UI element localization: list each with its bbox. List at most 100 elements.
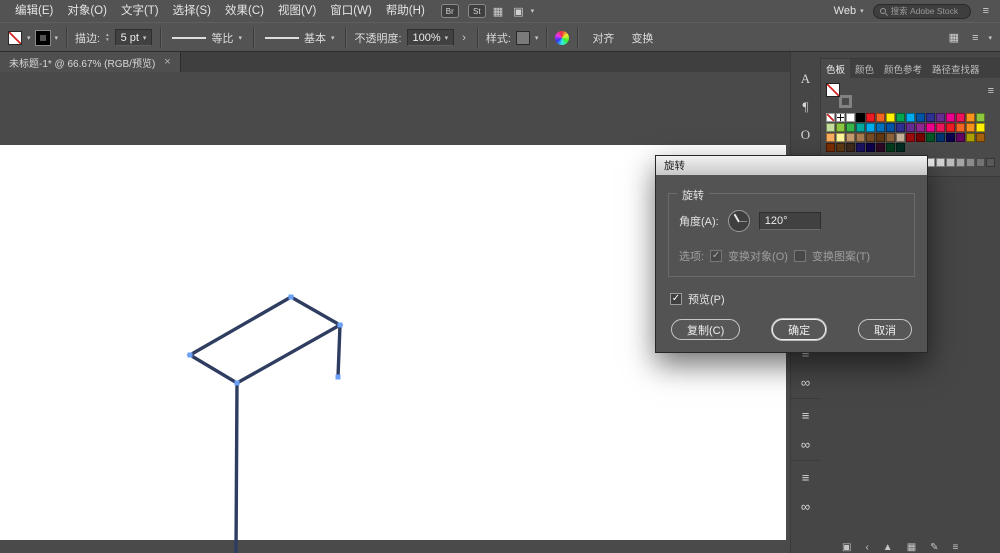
menu-item-4[interactable]: 效果(C) (218, 0, 271, 22)
swatch[interactable] (946, 123, 955, 132)
swatch[interactable] (886, 123, 895, 132)
swatch[interactable] (866, 133, 875, 142)
swatch[interactable] (826, 123, 835, 132)
angle-input[interactable] (758, 212, 821, 230)
swatch[interactable] (876, 133, 885, 142)
panel-tab-1[interactable]: 颜色 (850, 59, 879, 78)
swatch[interactable] (836, 143, 845, 152)
swatch[interactable] (826, 133, 835, 142)
pen-icon[interactable]: ✎ (930, 540, 938, 553)
swatch[interactable] (866, 113, 875, 122)
stroke-weight-field[interactable]: 5 pt ▾ (114, 29, 153, 46)
preview-checkbox[interactable] (670, 293, 682, 305)
swatch[interactable] (926, 133, 935, 142)
style-swatch[interactable] (515, 30, 530, 45)
menu-item-7[interactable]: 帮助(H) (379, 0, 432, 22)
footer-menu-icon[interactable]: ≡ (953, 540, 959, 553)
swatch[interactable] (856, 113, 865, 122)
cancel-button[interactable]: 取消 (858, 319, 912, 340)
menu-item-2[interactable]: 文字(T) (114, 0, 166, 22)
swatch[interactable] (936, 113, 945, 122)
swatch[interactable] (976, 133, 985, 142)
transform-button[interactable]: 变换 (625, 30, 659, 46)
align-button[interactable]: 对齐 (586, 30, 620, 46)
layers-panel-icon[interactable]: ≡ (793, 464, 818, 490)
brush-definition-dropdown[interactable]: 基本 ▾ (262, 28, 338, 48)
document-tab[interactable]: 未标题-1* @ 66.67% (RGB/预览) × (0, 52, 181, 72)
grayscale-swatch[interactable] (986, 158, 995, 167)
swatch[interactable] (886, 143, 895, 152)
swatch[interactable] (846, 123, 855, 132)
stroke-weight-stepper[interactable]: ▲ ▼ (105, 32, 109, 42)
stroke-color-swatch[interactable] (34, 29, 51, 46)
links-panel-icon[interactable]: ∞ (793, 431, 818, 457)
close-icon[interactable]: × (164, 56, 170, 68)
symbols-panel-icon[interactable]: ∞ (793, 493, 818, 519)
swatch[interactable] (836, 133, 845, 142)
swatch[interactable] (866, 123, 875, 132)
stock-badge-icon[interactable]: St (467, 4, 486, 18)
dialog-title-bar[interactable]: 旋转 (656, 156, 927, 175)
style-chevron-icon[interactable]: ▾ (535, 34, 539, 42)
opacity-field[interactable]: 100% ▾ (406, 29, 455, 46)
panel-tab-3[interactable]: 路径查找器 (927, 59, 985, 78)
ok-button[interactable]: 确定 (772, 319, 827, 340)
swatch[interactable] (966, 123, 975, 132)
recolor-artwork-icon[interactable] (555, 30, 570, 45)
swatch[interactable] (916, 123, 925, 132)
swatch[interactable] (956, 133, 965, 142)
width-profile-dropdown[interactable]: 等比 ▾ (169, 28, 245, 48)
swatch[interactable] (856, 123, 865, 132)
swatch[interactable] (906, 113, 915, 122)
swatch[interactable] (826, 113, 835, 122)
appearance-panel-icon[interactable]: ≡ (793, 402, 818, 428)
paragraph-panel-icon[interactable]: ¶ (793, 94, 818, 120)
swatch[interactable] (936, 133, 945, 142)
workspace-switcher[interactable]: Web ▾ (834, 5, 864, 17)
transform-object-checkbox[interactable] (710, 250, 723, 262)
swatch[interactable] (966, 113, 975, 122)
angle-dial[interactable] (727, 210, 750, 232)
gradient-panel-icon[interactable]: ∞ (793, 369, 818, 395)
copy-button[interactable]: 复制(C) (671, 319, 741, 340)
swatch[interactable] (846, 113, 855, 122)
swatch[interactable] (836, 123, 845, 132)
shapes-icon[interactable]: ▣ (842, 540, 851, 553)
menu-item-5[interactable]: 视图(V) (271, 0, 323, 22)
character-panel-icon[interactable]: A (793, 66, 818, 92)
bridge-badge-icon[interactable]: Br (440, 4, 459, 18)
grid-icon[interactable]: ▦ (907, 540, 916, 553)
swatch[interactable] (866, 143, 875, 152)
grayscale-swatch[interactable] (956, 158, 965, 167)
panel-tab-0[interactable]: 色板 (821, 59, 851, 78)
swatch[interactable] (916, 113, 925, 122)
swatch[interactable] (856, 133, 865, 142)
swatch[interactable] (976, 123, 985, 132)
swatch[interactable] (946, 113, 955, 122)
swatch[interactable] (896, 133, 905, 142)
chevron-down-icon[interactable]: ▾ (988, 34, 992, 42)
swatch[interactable] (926, 123, 935, 132)
chevron-down-icon[interactable]: ▾ (531, 7, 535, 15)
fill-stroke-proxy[interactable] (826, 83, 854, 108)
grayscale-swatch[interactable] (966, 158, 975, 167)
search-input[interactable] (888, 5, 964, 17)
image-icon[interactable]: ▲ (883, 540, 893, 553)
menu-item-6[interactable]: 窗口(W) (323, 0, 379, 22)
opacity-panel-arrow-icon[interactable]: › (459, 32, 469, 44)
swatch[interactable] (906, 123, 915, 132)
swatch[interactable] (836, 113, 845, 122)
opentype-panel-icon[interactable]: O (793, 122, 818, 148)
swatch[interactable] (976, 113, 985, 122)
swatch[interactable] (876, 113, 885, 122)
swatch[interactable] (876, 143, 885, 152)
swatch[interactable] (896, 123, 905, 132)
swatch[interactable] (886, 133, 895, 142)
panel-flyout-icon[interactable]: ≡ (988, 85, 994, 97)
swatch[interactable] (846, 133, 855, 142)
swatch[interactable] (826, 143, 835, 152)
app-menu-icon[interactable]: ≡ (980, 5, 992, 17)
swatch[interactable] (956, 113, 965, 122)
fill-chevron-icon[interactable]: ▾ (27, 34, 31, 42)
transform-pattern-checkbox[interactable] (793, 250, 806, 262)
